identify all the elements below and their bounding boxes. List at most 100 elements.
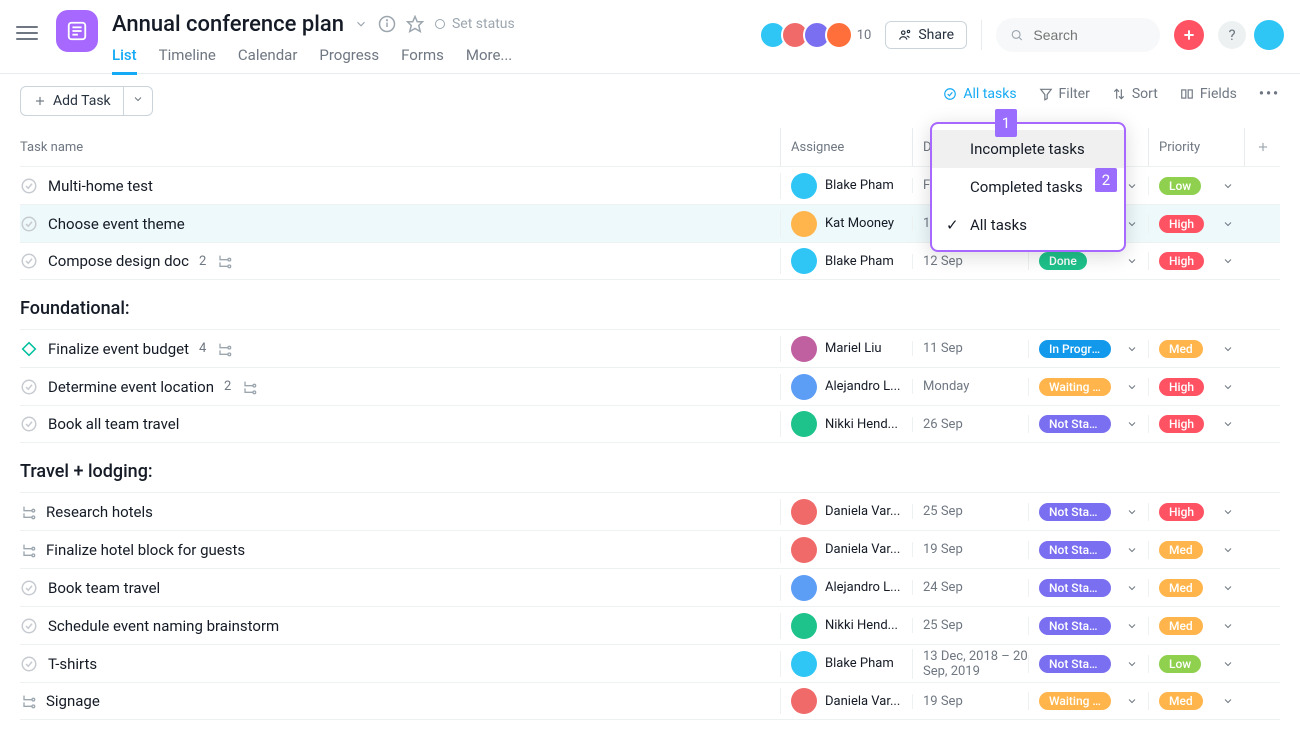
complete-icon[interactable] bbox=[20, 655, 38, 673]
assignee-cell[interactable]: Nikki Hend... bbox=[780, 613, 912, 639]
due-cell[interactable]: 19 Sep bbox=[912, 542, 1028, 557]
tab-list[interactable]: List bbox=[112, 46, 137, 75]
section-travel[interactable]: Travel + lodging: bbox=[20, 443, 1280, 492]
due-cell[interactable]: Monday bbox=[912, 379, 1028, 394]
view-filter[interactable]: Filter bbox=[1039, 86, 1090, 102]
priority-cell[interactable]: Med bbox=[1148, 541, 1244, 559]
chevron-down-icon[interactable] bbox=[1222, 658, 1234, 670]
priority-cell[interactable]: High bbox=[1148, 215, 1244, 233]
tab-forms[interactable]: Forms bbox=[401, 46, 444, 75]
project-icon[interactable] bbox=[56, 10, 98, 52]
due-cell[interactable]: 26 Sep bbox=[912, 417, 1028, 432]
col-task-name[interactable]: Task name bbox=[20, 140, 780, 155]
chevron-down-icon[interactable] bbox=[1222, 418, 1234, 430]
priority-cell[interactable]: Low bbox=[1148, 655, 1244, 673]
view-all-tasks[interactable]: All tasks bbox=[943, 86, 1016, 102]
tab-timeline[interactable]: Timeline bbox=[159, 46, 216, 75]
member-avatars[interactable]: 10 bbox=[765, 21, 872, 49]
progress-cell[interactable]: Waiting o... bbox=[1028, 378, 1148, 396]
add-column-button[interactable] bbox=[1244, 128, 1280, 166]
share-button[interactable]: Share bbox=[885, 21, 967, 49]
chevron-down-icon[interactable] bbox=[1222, 582, 1234, 594]
due-cell[interactable]: 11 Sep bbox=[912, 341, 1028, 356]
sidebar-toggle[interactable] bbox=[16, 22, 38, 44]
help-button[interactable]: ? bbox=[1218, 21, 1246, 49]
progress-cell[interactable]: Not Start... bbox=[1028, 579, 1148, 597]
chevron-down-icon[interactable] bbox=[1222, 218, 1234, 230]
add-task-button[interactable]: Add Task bbox=[20, 86, 124, 116]
due-cell[interactable]: 24 Sep bbox=[912, 580, 1028, 595]
priority-cell[interactable]: High bbox=[1148, 415, 1244, 433]
chevron-down-icon[interactable] bbox=[1222, 544, 1234, 556]
assignee-cell[interactable]: Nikki Hend... bbox=[780, 411, 912, 437]
chevron-down-icon[interactable] bbox=[1126, 582, 1138, 594]
chevron-down-icon[interactable] bbox=[1126, 695, 1138, 707]
assignee-cell[interactable]: Blake Pham bbox=[780, 651, 912, 677]
chevron-down-icon[interactable] bbox=[1126, 343, 1138, 355]
assignee-cell[interactable]: Alejandro L... bbox=[780, 575, 912, 601]
assignee-cell[interactable]: Daniela Var... bbox=[780, 537, 912, 563]
dropdown-incomplete[interactable]: Incomplete tasks bbox=[932, 130, 1124, 168]
tab-progress[interactable]: Progress bbox=[319, 46, 379, 75]
view-more[interactable]: ••• bbox=[1259, 86, 1280, 102]
project-menu-caret[interactable] bbox=[354, 17, 368, 31]
add-task-caret[interactable] bbox=[124, 86, 153, 116]
assignee-cell[interactable]: Blake Pham bbox=[780, 248, 912, 274]
due-cell[interactable]: 13 Dec, 2018 – 20 Sep, 2019 bbox=[912, 649, 1028, 679]
task-row[interactable]: Book team travelAlejandro L...24 SepNot … bbox=[20, 568, 1280, 606]
task-row[interactable]: Research hotelsDaniela Var...25 SepNot S… bbox=[20, 492, 1280, 530]
progress-cell[interactable]: Not Start... bbox=[1028, 415, 1148, 433]
task-row[interactable]: Book all team travelNikki Hend...26 SepN… bbox=[20, 405, 1280, 443]
chevron-down-icon[interactable] bbox=[1222, 180, 1234, 192]
progress-cell[interactable]: Waiting o... bbox=[1028, 692, 1148, 710]
due-cell[interactable]: 19 Sep bbox=[912, 694, 1028, 709]
progress-cell[interactable]: Not Start... bbox=[1028, 655, 1148, 673]
task-row[interactable]: Finalize event budget4Mariel Liu11 SepIn… bbox=[20, 329, 1280, 367]
assignee-cell[interactable]: Kat Mooney bbox=[780, 211, 912, 237]
chevron-down-icon[interactable] bbox=[1222, 620, 1234, 632]
due-cell[interactable]: 25 Sep bbox=[912, 618, 1028, 633]
complete-icon[interactable] bbox=[20, 617, 38, 635]
progress-cell[interactable]: Not Start... bbox=[1028, 617, 1148, 635]
complete-icon[interactable] bbox=[20, 252, 38, 270]
task-row[interactable]: Determine event location2Alejandro L...M… bbox=[20, 367, 1280, 405]
col-assignee[interactable]: Assignee bbox=[780, 128, 912, 166]
set-status-button[interactable]: Set status bbox=[434, 16, 515, 32]
progress-cell[interactable]: Done bbox=[1028, 252, 1148, 270]
priority-cell[interactable]: Low bbox=[1148, 177, 1244, 195]
chevron-down-icon[interactable] bbox=[1222, 695, 1234, 707]
chevron-down-icon[interactable] bbox=[1222, 506, 1234, 518]
assignee-cell[interactable]: Mariel Liu bbox=[780, 336, 912, 362]
search-input[interactable] bbox=[1031, 26, 1146, 44]
progress-cell[interactable]: Not Start... bbox=[1028, 541, 1148, 559]
priority-cell[interactable]: Med bbox=[1148, 340, 1244, 358]
complete-icon[interactable] bbox=[20, 378, 38, 396]
chevron-down-icon[interactable] bbox=[1126, 620, 1138, 632]
chevron-down-icon[interactable] bbox=[1126, 381, 1138, 393]
due-cell[interactable]: 25 Sep bbox=[912, 504, 1028, 519]
task-row[interactable]: Schedule event naming brainstormNikki He… bbox=[20, 606, 1280, 644]
assignee-cell[interactable]: Blake Pham bbox=[780, 173, 912, 199]
chevron-down-icon[interactable] bbox=[1126, 506, 1138, 518]
complete-icon[interactable] bbox=[20, 579, 38, 597]
assignee-cell[interactable]: Daniela Var... bbox=[780, 499, 912, 525]
complete-icon[interactable] bbox=[20, 215, 38, 233]
chevron-down-icon[interactable] bbox=[1126, 658, 1138, 670]
chevron-down-icon[interactable] bbox=[1222, 255, 1234, 267]
chevron-down-icon[interactable] bbox=[1126, 180, 1138, 192]
chevron-down-icon[interactable] bbox=[1126, 544, 1138, 556]
task-row[interactable]: T-shirtsBlake Pham13 Dec, 2018 – 20 Sep,… bbox=[20, 644, 1280, 682]
complete-icon[interactable] bbox=[20, 415, 38, 433]
quick-add-button[interactable] bbox=[1174, 20, 1204, 50]
chevron-down-icon[interactable] bbox=[1222, 381, 1234, 393]
tab-calendar[interactable]: Calendar bbox=[238, 46, 298, 75]
chevron-down-icon[interactable] bbox=[1126, 418, 1138, 430]
priority-cell[interactable]: High bbox=[1148, 252, 1244, 270]
star-icon[interactable] bbox=[406, 15, 424, 33]
milestone-icon[interactable] bbox=[20, 340, 38, 358]
chevron-down-icon[interactable] bbox=[1126, 255, 1138, 267]
due-cell[interactable]: 12 Sep bbox=[912, 254, 1028, 269]
priority-cell[interactable]: Med bbox=[1148, 692, 1244, 710]
dropdown-all[interactable]: ✓All tasks bbox=[932, 206, 1124, 244]
chevron-down-icon[interactable] bbox=[1222, 343, 1234, 355]
